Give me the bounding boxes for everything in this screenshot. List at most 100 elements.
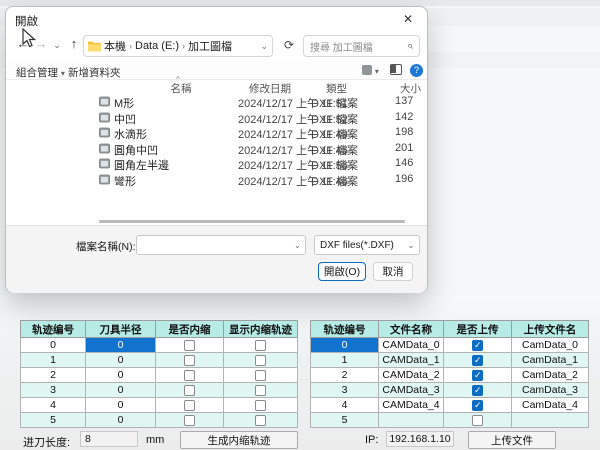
- cell-shrink[interactable]: [156, 383, 224, 398]
- up-icon[interactable]: ↑: [66, 36, 82, 51]
- chevron-down-icon[interactable]: ⌄: [260, 41, 268, 52]
- cell-show[interactable]: [224, 368, 298, 383]
- cell-upload_name[interactable]: [512, 413, 589, 428]
- feed-length-input[interactable]: 8: [80, 431, 138, 447]
- organize-button[interactable]: 組合管理 ▾: [16, 65, 65, 80]
- new-folder-button[interactable]: 新增資料夾: [68, 65, 121, 80]
- cell-radius[interactable]: 0: [86, 398, 156, 413]
- dialog-titlebar[interactable]: 開啟 ✕: [6, 7, 427, 31]
- cell-radius[interactable]: 0: [86, 353, 156, 368]
- cell-upload[interactable]: [444, 383, 512, 398]
- column-header[interactable]: 刀具半径: [86, 321, 156, 338]
- cell-shrink[interactable]: [156, 413, 224, 428]
- upload-checkbox[interactable]: [472, 385, 483, 396]
- cell-id[interactable]: 4: [21, 398, 86, 413]
- shrink-checkbox[interactable]: [184, 340, 195, 351]
- upload-checkbox[interactable]: [472, 415, 483, 426]
- cell-upload_name[interactable]: CamData_1: [512, 353, 589, 368]
- cell-shrink[interactable]: [156, 368, 224, 383]
- cell-shrink[interactable]: [156, 338, 224, 353]
- search-input[interactable]: 搜尋 加工圖檔 ⌕: [303, 35, 420, 57]
- open-button[interactable]: 開啟(O): [318, 262, 366, 281]
- column-header[interactable]: 轨迹编号: [311, 321, 379, 338]
- upload-checkbox[interactable]: [472, 400, 483, 411]
- cell-id[interactable]: 1: [311, 353, 379, 368]
- show-checkbox[interactable]: [255, 370, 266, 381]
- filename-input[interactable]: [137, 236, 290, 254]
- cell-shrink[interactable]: [156, 398, 224, 413]
- filetype-select[interactable]: DXF files(*.DXF) ⌄: [314, 235, 420, 255]
- show-checkbox[interactable]: [255, 415, 266, 426]
- cell-show[interactable]: [224, 353, 298, 368]
- cell-show[interactable]: [224, 383, 298, 398]
- cell-file[interactable]: CAMData_1: [379, 353, 444, 368]
- cell-upload_name[interactable]: CamData_0: [512, 338, 589, 353]
- show-checkbox[interactable]: [255, 400, 266, 411]
- cell-file[interactable]: CAMData_3: [379, 383, 444, 398]
- cell-file[interactable]: CAMData_0: [379, 338, 444, 353]
- generate-track-button[interactable]: 生成内缩轨迹: [180, 431, 298, 449]
- column-header[interactable]: 上传文件名: [512, 321, 589, 338]
- recent-locations-icon[interactable]: ⌄: [49, 40, 65, 51]
- refresh-icon[interactable]: ⟳: [280, 38, 298, 56]
- cell-id[interactable]: 0: [21, 338, 86, 353]
- cell-upload_name[interactable]: CamData_2: [512, 368, 589, 383]
- cell-radius[interactable]: 0: [86, 338, 156, 353]
- cell-id[interactable]: 4: [311, 398, 379, 413]
- column-header[interactable]: 文件名称: [379, 321, 444, 338]
- breadcrumb[interactable]: 本機 › Data (E:) › 加工圖檔 ⌄: [83, 35, 273, 57]
- cell-file[interactable]: CAMData_4: [379, 398, 444, 413]
- cancel-button[interactable]: 取消: [373, 262, 413, 281]
- cell-id[interactable]: 3: [311, 383, 379, 398]
- cell-show[interactable]: [224, 338, 298, 353]
- cell-id[interactable]: 5: [21, 413, 86, 428]
- cell-radius[interactable]: 0: [86, 368, 156, 383]
- shrink-checkbox[interactable]: [184, 355, 195, 366]
- cell-radius[interactable]: 0: [86, 413, 156, 428]
- cell-radius[interactable]: 0: [86, 383, 156, 398]
- cell-upload[interactable]: [444, 338, 512, 353]
- upload-checkbox[interactable]: [472, 355, 483, 366]
- breadcrumb-item-pc[interactable]: 本機: [104, 38, 126, 54]
- horizontal-scrollbar[interactable]: [99, 220, 405, 223]
- chevron-down-icon[interactable]: ⌄: [290, 241, 305, 250]
- shrink-checkbox[interactable]: [184, 415, 195, 426]
- file-row[interactable]: 圓角左半邊2024/12/17 上午 11:56DXF 檔案146: [6, 156, 427, 172]
- cell-file[interactable]: [379, 413, 444, 428]
- file-row[interactable]: 水滴形2024/12/17 上午 11:49DXF 檔案198: [6, 125, 427, 141]
- close-icon[interactable]: ✕: [393, 8, 423, 30]
- cell-shrink[interactable]: [156, 353, 224, 368]
- shrink-checkbox[interactable]: [184, 400, 195, 411]
- cell-id[interactable]: 2: [21, 368, 86, 383]
- cell-upload_name[interactable]: CamData_3: [512, 383, 589, 398]
- cell-upload[interactable]: [444, 368, 512, 383]
- cell-id[interactable]: 1: [21, 353, 86, 368]
- cell-id[interactable]: 2: [311, 368, 379, 383]
- column-header[interactable]: 是否内缩: [156, 321, 224, 338]
- view-mode-icon[interactable]: ▾: [362, 65, 379, 77]
- show-checkbox[interactable]: [255, 340, 266, 351]
- shrink-checkbox[interactable]: [184, 370, 195, 381]
- column-header[interactable]: 显示内缩轨迹: [224, 321, 298, 338]
- filename-combobox[interactable]: ⌄: [136, 235, 306, 255]
- file-row[interactable]: M形2024/12/17 上午 11:51DXF 檔案137: [6, 94, 427, 110]
- cell-upload[interactable]: [444, 398, 512, 413]
- upload-files-button[interactable]: 上传文件: [468, 431, 556, 449]
- cell-file[interactable]: CAMData_2: [379, 368, 444, 383]
- column-header[interactable]: 轨迹编号: [21, 321, 86, 338]
- column-header[interactable]: 是否上传: [444, 321, 512, 338]
- shrink-checkbox[interactable]: [184, 385, 195, 396]
- show-checkbox[interactable]: [255, 355, 266, 366]
- file-row[interactable]: 中凹2024/12/17 上午 11:52DXF 檔案142: [6, 110, 427, 126]
- upload-checkbox[interactable]: [472, 340, 483, 351]
- cell-id[interactable]: 3: [21, 383, 86, 398]
- cell-upload[interactable]: [444, 353, 512, 368]
- file-row[interactable]: 彎形2024/12/17 上午 11:46DXF 檔案196: [6, 172, 427, 188]
- cell-id[interactable]: 0: [311, 338, 379, 353]
- preview-pane-icon[interactable]: [390, 64, 402, 78]
- breadcrumb-item-folder[interactable]: 加工圖檔: [188, 38, 232, 54]
- ip-input[interactable]: 192.168.1.10: [386, 431, 454, 447]
- cell-show[interactable]: [224, 413, 298, 428]
- cell-upload[interactable]: [444, 413, 512, 428]
- cell-show[interactable]: [224, 398, 298, 413]
